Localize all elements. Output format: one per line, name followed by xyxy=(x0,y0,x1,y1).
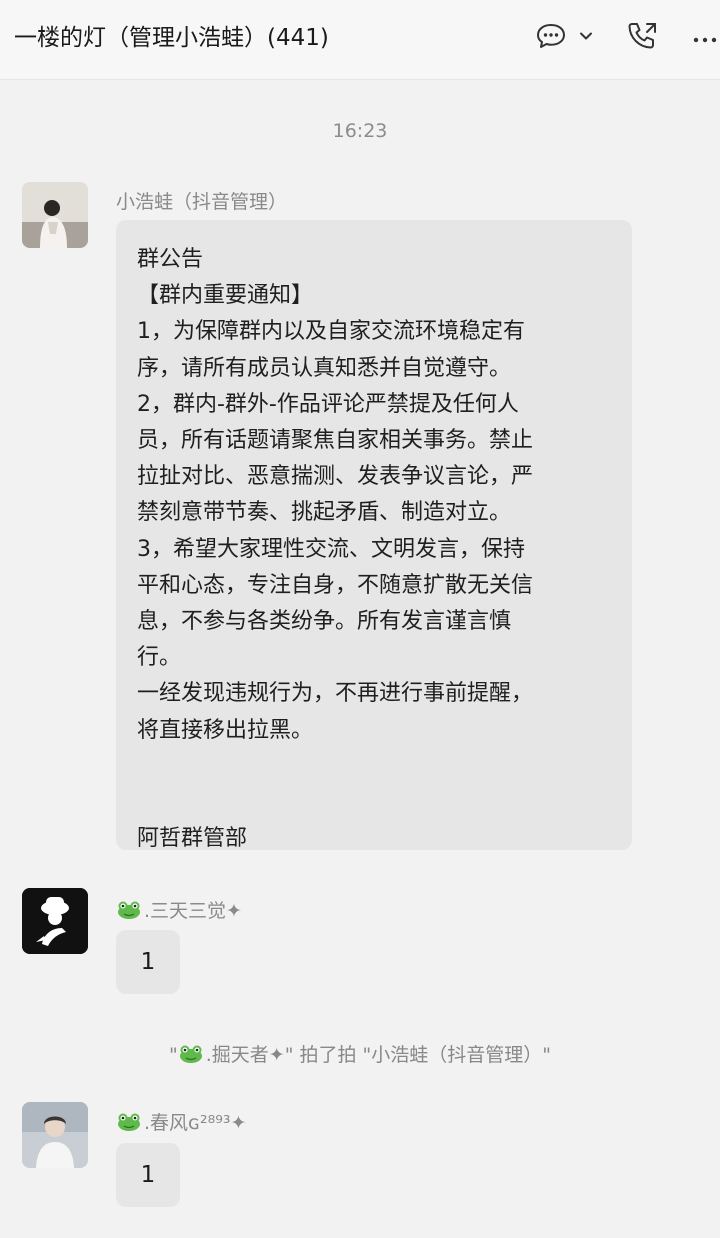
avatar[interactable] xyxy=(22,182,88,248)
group-notice-text: 群公告【群内重要通知】 1，为保障群内以及自家交流环境稳定有 序，请所有成员认真知悉… xyxy=(137,242,632,857)
notice-line: 群公告 xyxy=(137,247,204,272)
notice-line xyxy=(137,785,632,821)
notice-line: 1，为保障群内以及自家交流环境稳定有 xyxy=(137,319,525,345)
avatar[interactable] xyxy=(22,1102,88,1168)
notice-line: 员，所有话题请聚焦自家相关事务。禁止 xyxy=(137,428,534,454)
message-bubble[interactable]: 1 xyxy=(116,1143,180,1207)
notice-line: 平和心态，专注自身，不随意扩散无关信 xyxy=(137,572,534,598)
notice-line: 将直接移出拉黑。 xyxy=(137,717,314,743)
phone-icon[interactable] xyxy=(625,20,661,58)
notice-line xyxy=(137,749,632,785)
notice-line: 禁刻意带节奏、挑起矛盾、制造对立。 xyxy=(137,500,512,526)
frog-emoji-icon xyxy=(116,1112,142,1137)
sender-name: .三天三觉✦ xyxy=(116,896,242,925)
pat-system-notice: " .掘天者✦" 拍了拍 "小浩蛙（抖音管理）" xyxy=(0,1040,720,1069)
message-timestamp: 16:23 xyxy=(332,120,388,142)
sender-name: .春风ɢ²⁸⁹³✦ xyxy=(116,1108,246,1137)
notice-line: 2，群内-群外-作品评论严禁提及任何人 xyxy=(137,391,519,417)
notice-line: 3，希望大家理性交流、文明发言，保持 xyxy=(137,536,525,562)
chevron-down-icon[interactable] xyxy=(578,28,594,48)
message-bubble[interactable]: 1 xyxy=(116,930,180,994)
notice-line: 一经发现违规行为，不再进行事前提醒， xyxy=(137,681,534,707)
chat-header: 一楼的灯（管理小浩蛙）(441) xyxy=(0,0,720,80)
avatar[interactable] xyxy=(22,888,88,954)
notice-line: 息，不参与各类纷争。所有发言谨言慎 xyxy=(137,609,512,635)
more-icon[interactable] xyxy=(692,30,720,49)
notice-line: 序，请所有成员认真知悉并自觉遵守。 xyxy=(137,355,512,381)
frog-emoji-icon xyxy=(116,900,142,925)
notice-line: 【群内重要通知】 xyxy=(137,283,314,309)
chat-title[interactable]: 一楼的灯（管理小浩蛙）(441) xyxy=(14,18,329,52)
notice-line: 拉扯对比、恶意揣测、发表争议言论，严 xyxy=(137,464,534,490)
chat-bubble-icon[interactable] xyxy=(535,20,567,56)
sender-name: 小浩蛙（抖音管理） xyxy=(116,191,288,213)
notice-line: 阿哲群管部 xyxy=(137,826,248,852)
group-notice-bubble[interactable]: 群公告【群内重要通知】 1，为保障群内以及自家交流环境稳定有 序，请所有成员认真知悉… xyxy=(116,220,632,851)
notice-line: 行。 xyxy=(137,645,182,671)
frog-emoji-icon xyxy=(178,1044,204,1069)
